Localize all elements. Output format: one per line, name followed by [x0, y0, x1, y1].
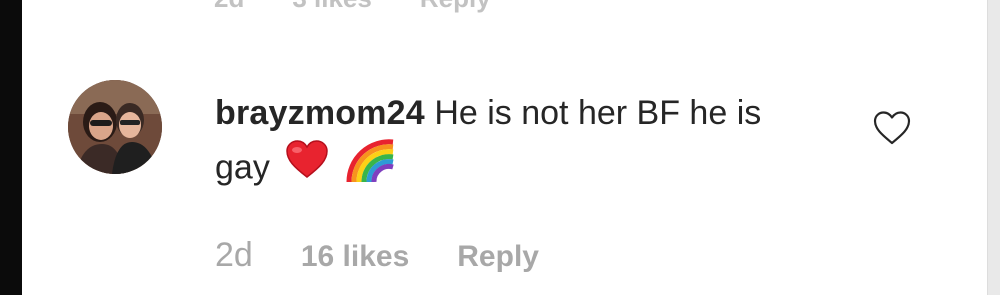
previous-comment-reply-button[interactable]: Reply	[420, 0, 491, 14]
previous-comment-meta: 2d 3 likes Reply	[214, 0, 491, 13]
comment-time[interactable]: 2d	[215, 236, 253, 275]
right-scrollbar-track[interactable]	[987, 0, 1000, 295]
comment-meta: 2d 16 likes Reply	[215, 236, 539, 276]
rainbow-emoji	[345, 136, 397, 197]
reply-button[interactable]: Reply	[457, 240, 539, 274]
comment-username[interactable]: brayzmom24	[215, 94, 425, 132]
comment-text-block: brayzmom24 He is not her BF he is gay	[215, 88, 815, 200]
avatar-photo	[68, 80, 162, 174]
heart-outline-icon[interactable]	[872, 110, 912, 146]
heart-emoji	[285, 139, 329, 194]
left-frame-edge	[0, 0, 22, 295]
previous-comment-time: 2d	[214, 0, 244, 14]
previous-comment-likes[interactable]: 3 likes	[292, 0, 372, 14]
comment-likes[interactable]: 16 likes	[301, 240, 409, 274]
avatar[interactable]	[68, 80, 162, 174]
comment: brayzmom24 He is not her BF he is gay 2d…	[68, 80, 928, 280]
